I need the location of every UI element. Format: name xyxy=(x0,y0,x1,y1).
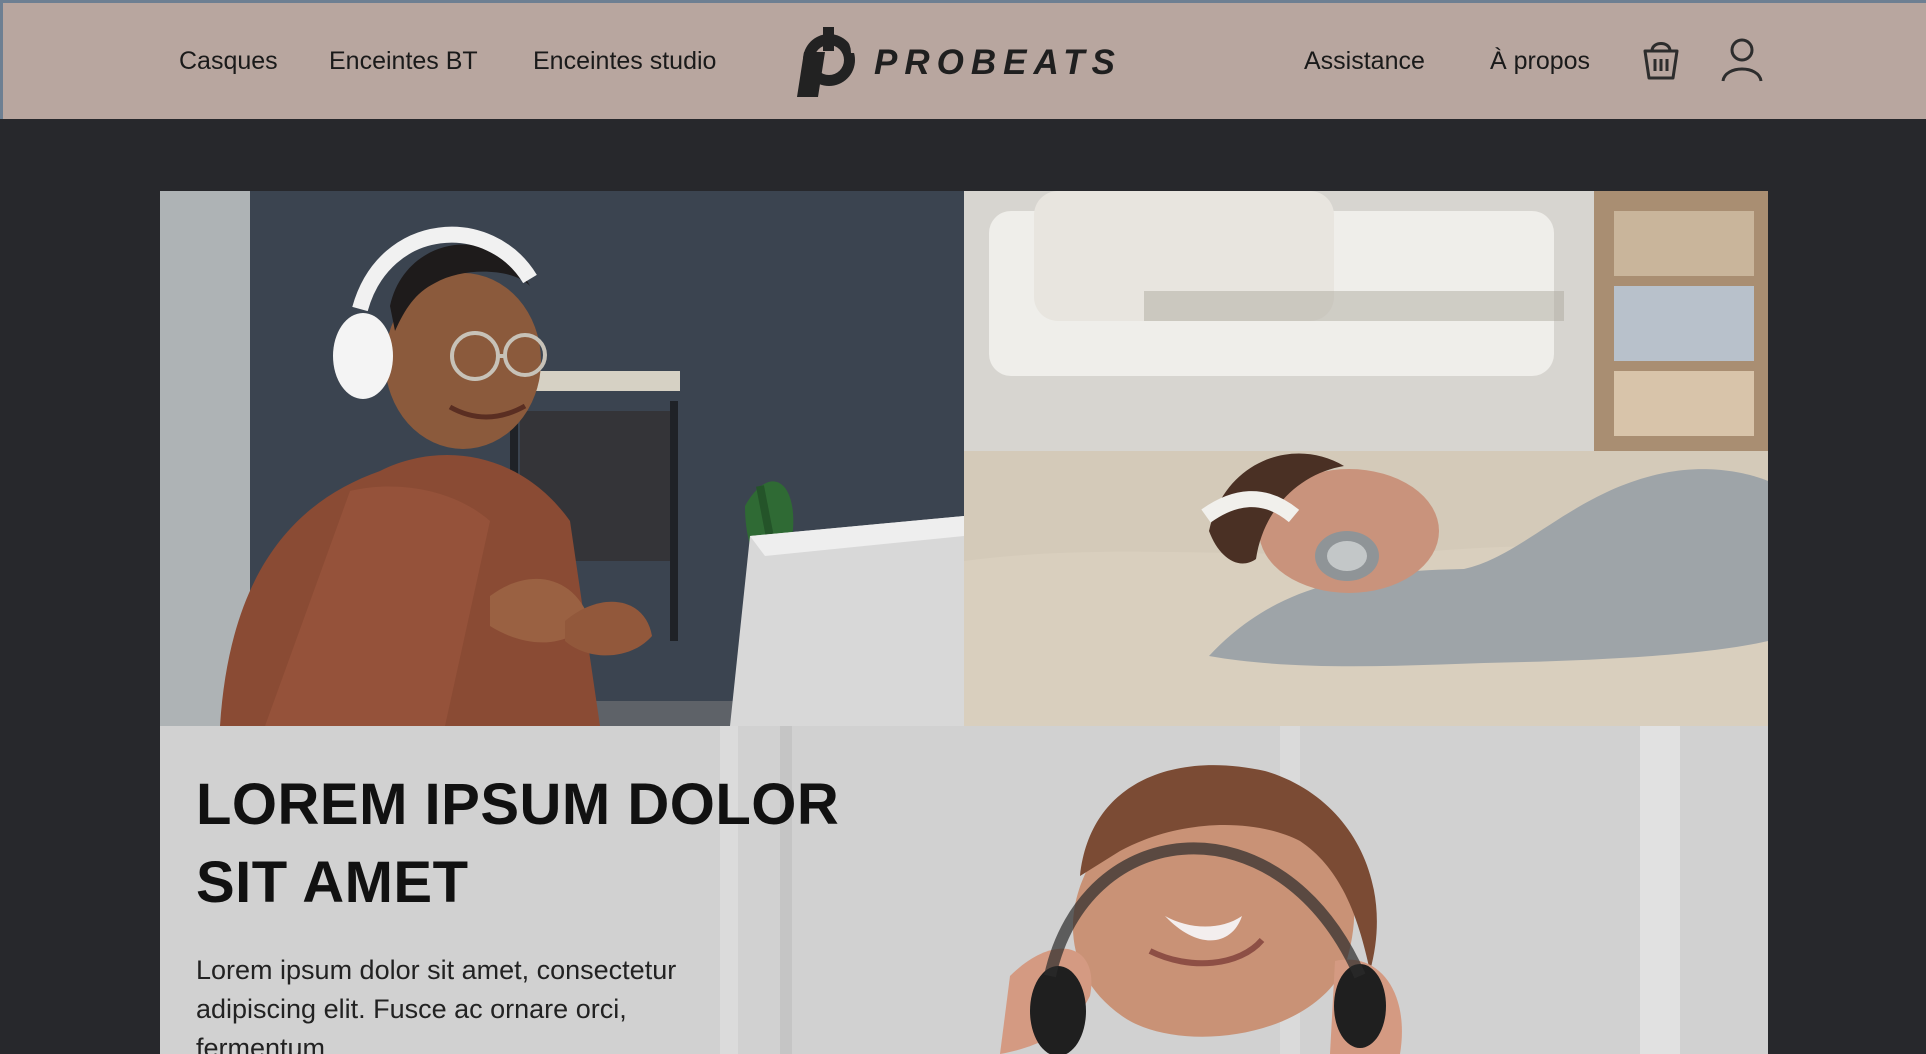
cart-icon[interactable] xyxy=(1634,33,1688,87)
nav-link-a-propos[interactable]: À propos xyxy=(1490,47,1590,75)
hero-headline-line-1: LOREM IPSUM DOLOR xyxy=(196,772,840,837)
nav-link-assistance[interactable]: Assistance xyxy=(1304,47,1425,75)
user-icon[interactable] xyxy=(1715,33,1769,87)
page: Casques Enceintes BT Enceintes studio PR… xyxy=(0,0,1926,1054)
brand-name[interactable]: PROBEATS xyxy=(874,43,1122,83)
probeats-logo-icon[interactable] xyxy=(790,27,860,97)
man-headphones-laptop-photo xyxy=(160,191,964,726)
hero-body-text: Lorem ipsum dolor sit amet, consectetur … xyxy=(196,955,677,1054)
hero-headline: LOREM IPSUM DOLOR SIT AMET xyxy=(196,766,896,922)
nav-link-casques[interactable]: Casques xyxy=(179,47,278,75)
nav-link-enceintes-bt[interactable]: Enceintes BT xyxy=(329,47,478,75)
woman-lying-headphones-photo xyxy=(964,191,1768,726)
nav-link-enceintes-studio[interactable]: Enceintes studio xyxy=(533,47,716,75)
hero-feature-panel: LOREM IPSUM DOLOR SIT AMET Lorem ipsum d… xyxy=(160,726,1768,1054)
top-navigation: Casques Enceintes BT Enceintes studio PR… xyxy=(0,0,1926,119)
hero-headline-line-2: SIT AMET xyxy=(196,850,469,915)
hero-section: LOREM IPSUM DOLOR SIT AMET Lorem ipsum d… xyxy=(160,191,1768,1054)
